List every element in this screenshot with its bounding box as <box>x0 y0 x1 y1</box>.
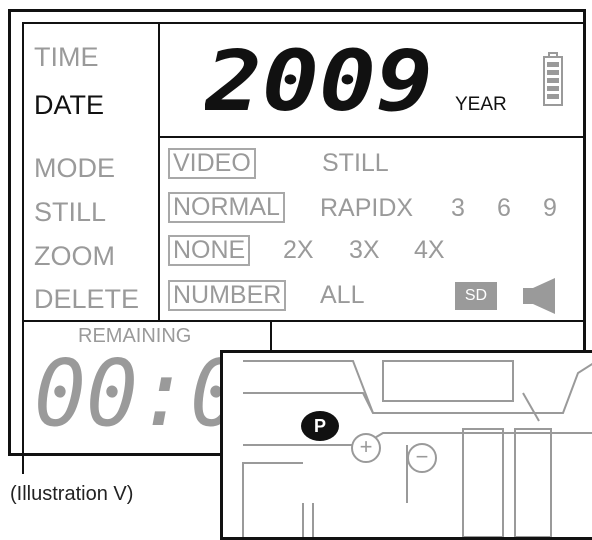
illustration-caption: (Illustration V) <box>10 483 134 505</box>
camera-inset: P + − <box>220 350 592 540</box>
plus-button[interactable]: + <box>351 433 381 463</box>
still-option-3[interactable]: 3 <box>451 196 465 221</box>
remaining-row-divider <box>24 320 585 322</box>
speaker-icon <box>523 278 555 314</box>
left-column-divider <box>158 24 160 322</box>
still-option-9[interactable]: 9 <box>543 196 557 221</box>
delete-option-number[interactable]: NUMBER <box>168 280 287 311</box>
label-delete: DELETE <box>34 284 140 314</box>
zoom-option-4x[interactable]: 4X <box>414 238 445 263</box>
year-digits: 2009 <box>205 38 433 118</box>
year-unit-label: YEAR <box>455 94 507 115</box>
still-option-normal[interactable]: NORMAL <box>168 192 285 223</box>
label-still: STILL <box>34 197 107 227</box>
label-mode: MODE <box>34 153 115 183</box>
battery-icon <box>543 52 563 106</box>
delete-option-all[interactable]: ALL <box>320 283 364 308</box>
year-display: 2009 <box>205 38 433 118</box>
label-time: TIME <box>34 42 99 72</box>
mode-option-video[interactable]: VIDEO <box>168 148 256 179</box>
zoom-option-2x[interactable]: 2X <box>283 238 314 263</box>
label-zoom: ZOOM <box>34 241 115 271</box>
still-option-rapidx[interactable]: RAPIDX <box>320 196 413 221</box>
label-date: DATE <box>34 90 105 120</box>
mode-option-still[interactable]: STILL <box>322 151 389 176</box>
remaining-time-display: 00:00 <box>34 345 222 430</box>
program-mode-badge: P <box>301 411 339 441</box>
remaining-digits: 00:00 <box>34 345 222 430</box>
camera-body-drawing <box>242 360 592 537</box>
minus-button[interactable]: − <box>407 443 437 473</box>
sd-card-icon: SD <box>455 282 497 310</box>
zoom-option-3x[interactable]: 3X <box>349 238 380 263</box>
year-row-divider <box>158 136 585 138</box>
still-option-6[interactable]: 6 <box>497 196 511 221</box>
zoom-option-none[interactable]: NONE <box>168 235 251 266</box>
